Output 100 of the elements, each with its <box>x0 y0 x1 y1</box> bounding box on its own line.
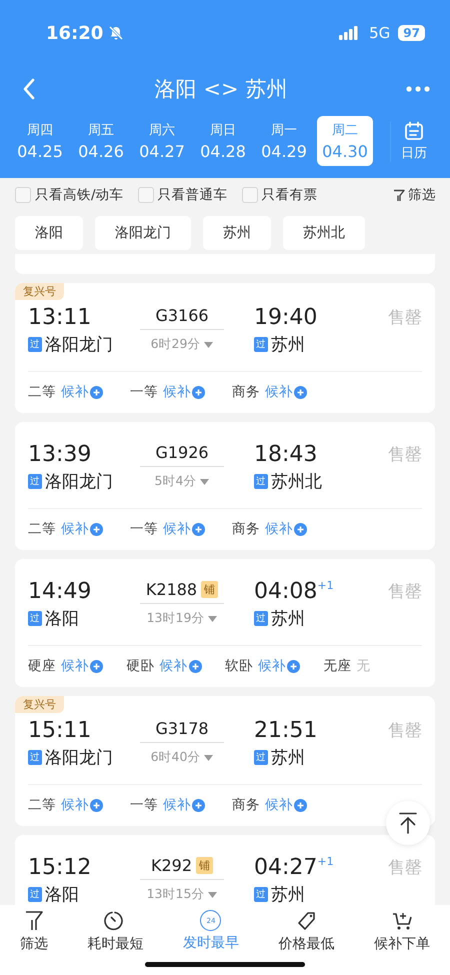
seat-class: 软卧 <box>225 657 253 675</box>
ticket-status: 售罄 <box>388 307 422 329</box>
plus-icon <box>90 660 103 672</box>
arrow-up-icon <box>398 812 418 834</box>
date-tab[interactable]: 周二 04.30 <box>317 116 373 166</box>
filter-checkbox[interactable]: 只看有票 <box>242 186 318 204</box>
pass-tag: 过 <box>28 750 42 765</box>
network-label: 5G <box>369 24 390 42</box>
seat-availability: 无 <box>356 657 370 675</box>
plus-icon <box>192 798 205 812</box>
waitlist-button[interactable]: 候补 <box>163 520 205 538</box>
filter-button[interactable]: 筛选 <box>393 186 436 204</box>
station-chip[interactable]: 洛阳 <box>15 216 83 250</box>
ticket-status: 售罄 <box>388 857 422 879</box>
waitlist-button[interactable]: 候补 <box>265 796 307 814</box>
departure-time: 13:11 <box>28 305 92 330</box>
waitlist-button[interactable]: 候补 <box>265 520 307 538</box>
sort-tab[interactable]: 价格最低 <box>278 910 335 956</box>
arrival-station: 苏州 <box>271 334 305 356</box>
seat-class: 硬座 <box>28 657 56 675</box>
arrival-station: 苏州 <box>271 884 305 905</box>
pass-tag: 过 <box>254 611 268 626</box>
seat-class: 二等 <box>28 520 56 538</box>
sort-tab[interactable]: 筛选 <box>20 910 48 956</box>
pass-tag: 过 <box>28 887 42 902</box>
train-number: G1926 <box>155 442 209 462</box>
arrival-station: 苏州 <box>271 608 305 630</box>
train-card[interactable]: 复兴号 15:11 G3178 21:51 售罄 过 洛阳龙门 6时40分 过 苏州 二等 候补 一等 候补 商务 候补 <box>15 696 435 826</box>
departure-time: 15:11 <box>28 718 92 743</box>
filter-checkbox[interactable]: 只看高铁/动车 <box>15 186 124 204</box>
departure-time: 14:49 <box>28 579 92 604</box>
duration: 13时15分 <box>146 886 204 903</box>
date-tab[interactable]: 周六 04.27 <box>134 116 190 166</box>
waitlist-button[interactable]: 候补 <box>61 520 103 538</box>
pass-tag: 过 <box>254 337 268 352</box>
date-tab[interactable]: 周五 04.26 <box>73 116 129 166</box>
arrival-station: 苏州北 <box>271 471 322 493</box>
arrival-time: 04:27 <box>254 855 318 880</box>
caret-icon <box>200 478 210 484</box>
departure-station: 洛阳龙门 <box>45 471 113 493</box>
pass-tag: 过 <box>254 887 268 902</box>
seat-class: 一等 <box>130 383 158 401</box>
departure-station: 洛阳龙门 <box>45 747 113 769</box>
train-number: G3166 <box>155 306 209 324</box>
ticket-status: 售罄 <box>388 581 422 603</box>
duration: 13时19分 <box>146 610 204 627</box>
ticket-status: 售罄 <box>388 720 422 742</box>
sort-tab[interactable]: 候补下单 <box>374 910 430 956</box>
back-icon <box>22 78 36 100</box>
station-chip[interactable]: 苏州北 <box>283 216 365 250</box>
waitlist-button[interactable]: 候补 <box>61 796 103 814</box>
date-tab[interactable]: 周日 04.28 <box>195 116 251 166</box>
ticket-status: 售罄 <box>388 444 422 466</box>
page-title: 洛阳 <> 苏州 <box>154 76 288 103</box>
seat-class: 商务 <box>232 796 260 814</box>
plus-icon <box>188 660 202 672</box>
pass-tag: 过 <box>28 337 42 352</box>
plus-icon <box>287 660 300 672</box>
plus-icon <box>90 798 103 812</box>
waitlist-button[interactable]: 候补 <box>258 657 300 675</box>
calendar-button[interactable]: 日历 <box>390 120 427 162</box>
train-card[interactable]: 复兴号 13:11 G3166 19:40 售罄 过 洛阳龙门 6时29分 过 苏州 二等 候补 一等 候补 商务 候补 <box>15 283 435 413</box>
arrival-time: 21:51 <box>254 718 318 743</box>
date-tab[interactable]: 周四 04.25 <box>12 116 68 166</box>
duration: 6时40分 <box>150 749 200 766</box>
train-card[interactable]: 13:39 G1926 18:43 售罄 过 洛阳龙门 5时4分 过 苏州北 二等 候补 一等 候补 商务 候补 <box>15 422 435 550</box>
train-type-badge: 复兴号 <box>15 283 64 300</box>
train-number: G3178 <box>155 718 209 738</box>
waitlist-button[interactable]: 候补 <box>265 383 307 401</box>
waitlist-button[interactable]: 候补 <box>61 383 103 401</box>
seat-class: 无座 <box>324 657 352 675</box>
duration: 6时29分 <box>150 336 200 353</box>
seat-class: 一等 <box>130 520 158 538</box>
waitlist-button[interactable]: 候补 <box>61 657 103 675</box>
plus-icon <box>90 386 103 398</box>
date-tab[interactable]: 周一 04.29 <box>256 116 312 166</box>
waitlist-button[interactable]: 候补 <box>163 796 205 814</box>
pass-tag: 过 <box>28 474 42 489</box>
train-number: K2188 <box>146 580 198 598</box>
cart-icon <box>391 910 414 932</box>
filter-icon <box>24 910 44 932</box>
plus-icon <box>192 522 205 536</box>
station-chip[interactable]: 苏州 <box>203 216 271 250</box>
battery-level: 97 <box>398 25 425 41</box>
waitlist-button[interactable]: 候补 <box>160 657 202 675</box>
seat-class: 商务 <box>232 383 260 401</box>
caret-icon <box>204 754 214 760</box>
station-chip[interactable]: 洛阳龙门 <box>95 216 191 250</box>
day-offset: +1 <box>317 579 334 592</box>
seat-class: 二等 <box>28 383 56 401</box>
seat-class: 商务 <box>232 520 260 538</box>
plus-icon <box>90 522 103 536</box>
filter-checkbox[interactable]: 只看普通车 <box>138 186 228 204</box>
departure-station: 洛阳 <box>45 884 79 905</box>
price-tag-icon <box>296 910 318 932</box>
caret-icon <box>208 892 218 898</box>
sort-tab[interactable]: 耗时最短 <box>87 910 144 956</box>
waitlist-button[interactable]: 候补 <box>163 383 205 401</box>
train-type-badge: 复兴号 <box>15 696 64 713</box>
filter-icon <box>393 188 405 202</box>
